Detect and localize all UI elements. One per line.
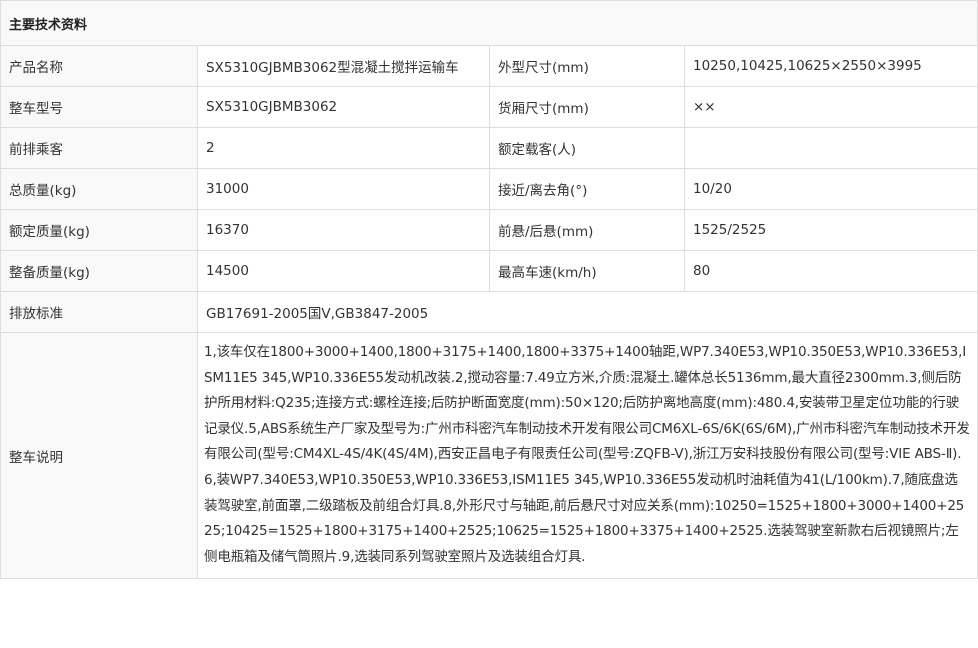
value-curb-mass: 14500 bbox=[197, 250, 490, 292]
value-emission-standard: GB17691-2005国Ⅴ,GB3847-2005 bbox=[196, 291, 978, 333]
table-row: 排放标准 GB17691-2005国Ⅴ,GB3847-2005 bbox=[0, 291, 978, 333]
value-vehicle-notes: 1,该车仅在1800+3000+1400,1800+3175+1400,1800… bbox=[196, 331, 978, 580]
label-cargo-box-size: 货厢尺寸(mm) bbox=[489, 86, 685, 128]
table-row: 前排乘客 2 额定载客(人) bbox=[0, 127, 978, 169]
table-row: 整车说明 1,该车仅在1800+3000+1400,1800+3175+1400… bbox=[0, 331, 978, 580]
value-max-speed: 80 bbox=[683, 250, 978, 292]
label-emission-standard: 排放标准 bbox=[0, 291, 198, 333]
label-max-speed: 最高车速(km/h) bbox=[489, 250, 685, 292]
label-front-passengers: 前排乘客 bbox=[0, 127, 198, 169]
label-front-rear-overhang: 前悬/后悬(mm) bbox=[489, 209, 685, 251]
table-row: 整车型号 SX5310GJBMB3062 货厢尺寸(mm) ×× bbox=[0, 86, 978, 128]
label-rated-mass: 额定质量(kg) bbox=[0, 209, 198, 251]
value-front-rear-overhang: 1525/2525 bbox=[683, 209, 978, 251]
label-vehicle-notes: 整车说明 bbox=[0, 331, 198, 580]
value-rated-mass: 16370 bbox=[197, 209, 490, 251]
table-row: 总质量(kg) 31000 接近/离去角(°) 10/20 bbox=[0, 168, 978, 210]
label-product-name: 产品名称 bbox=[0, 45, 198, 87]
label-gross-mass: 总质量(kg) bbox=[0, 168, 198, 210]
label-approach-departure-angle: 接近/离去角(°) bbox=[489, 168, 685, 210]
value-front-passengers: 2 bbox=[197, 127, 490, 169]
value-rated-passengers bbox=[683, 127, 978, 169]
value-vehicle-model: SX5310GJBMB3062 bbox=[197, 86, 490, 128]
value-approach-departure-angle: 10/20 bbox=[683, 168, 978, 210]
value-dimensions: 10250,10425,10625×2550×3995 bbox=[683, 45, 978, 87]
value-gross-mass: 31000 bbox=[197, 168, 490, 210]
table-row: 额定质量(kg) 16370 前悬/后悬(mm) 1525/2525 bbox=[0, 209, 978, 251]
value-product-name: SX5310GJBMB3062型混凝土搅拌运输车 bbox=[197, 45, 490, 87]
table-title-row: 主要技术资料 bbox=[0, 0, 978, 46]
table-row: 整备质量(kg) 14500 最高车速(km/h) 80 bbox=[0, 250, 978, 292]
label-vehicle-model: 整车型号 bbox=[0, 86, 198, 128]
label-dimensions: 外型尺寸(mm) bbox=[489, 45, 685, 87]
value-cargo-box-size: ×× bbox=[683, 86, 978, 128]
table-row: 产品名称 SX5310GJBMB3062型混凝土搅拌运输车 外型尺寸(mm) 1… bbox=[0, 45, 978, 87]
table-title: 主要技术资料 bbox=[0, 0, 978, 46]
spec-table: 主要技术资料 产品名称 SX5310GJBMB3062型混凝土搅拌运输车 外型尺… bbox=[0, 0, 978, 580]
label-rated-passengers: 额定载客(人) bbox=[489, 127, 685, 169]
label-curb-mass: 整备质量(kg) bbox=[0, 250, 198, 292]
